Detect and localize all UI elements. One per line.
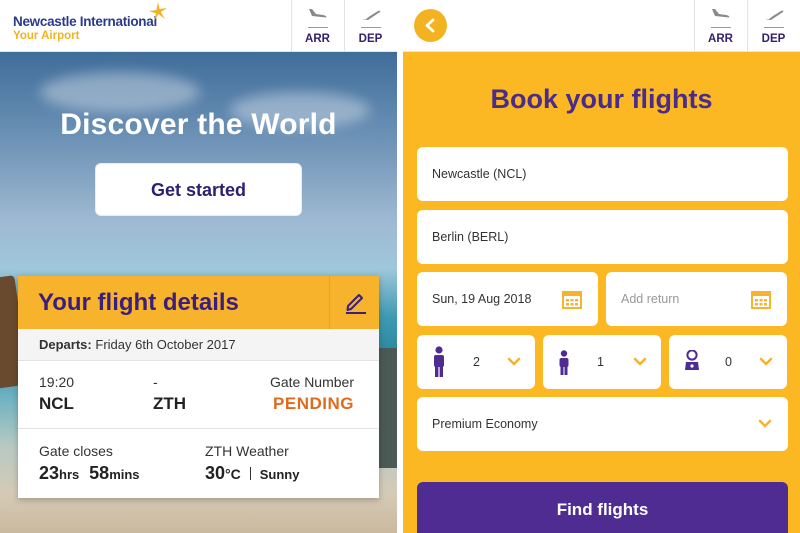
chevron-down-icon [633,357,647,366]
booking-title: Book your flights [490,84,713,114]
origin-code: NCL [39,394,74,413]
departures-plane-icon [362,10,381,20]
back-arrow-icon [425,18,435,33]
edit-button[interactable] [329,276,379,329]
return-date-placeholder: Add return [621,292,680,306]
flight-details-card: Your flight details Departs: Friday 6th … [18,276,379,498]
minutes-unit: mins [109,467,140,482]
star-logo-icon [149,2,167,21]
adults-select[interactable]: 2 [417,335,535,389]
children-count: 1 [597,355,604,369]
infant-icon [685,350,699,370]
minutes-value: 58 [89,463,110,483]
depart-date-field[interactable]: Sun, 19 Aug 2018 [417,272,598,326]
departures-plane-icon [765,10,784,20]
calendar-icon [751,291,771,309]
route-dash: - [153,374,158,390]
child-icon [559,350,569,375]
card-header: Your flight details [18,276,379,329]
departures-label: DEP [761,33,786,45]
header-bar: Newcastle International Your Airport ARR… [0,0,397,52]
arrivals-plane-icon [712,9,730,18]
departures-label: DEP [358,33,383,45]
back-button[interactable] [414,9,447,42]
gate-status: PENDING [273,394,354,413]
cabin-class-select[interactable]: Premium Economy [417,397,788,451]
edit-pencil-icon [346,294,366,314]
adult-icon [434,346,444,377]
booking-departures-button[interactable]: DEP [747,0,799,52]
children-select[interactable]: 1 [543,335,661,389]
departures-button[interactable]: DEP [344,0,396,52]
arrivals-label: ARR [305,33,330,45]
temperature-value: 30 [205,463,226,483]
calendar-icon [562,291,582,309]
arrivals-label: ARR [708,33,733,45]
weather-condition: Sunny [259,467,300,482]
departs-label: Departs: [39,337,92,352]
find-flights-button[interactable]: Find flights [417,482,788,533]
card-title: Your flight details [38,289,239,316]
arrivals-button[interactable]: ARR [291,0,343,52]
arrivals-underline [308,27,328,28]
destination-code: ZTH [153,394,187,413]
adults-count: 2 [473,355,480,369]
gate-number-label: Gate Number [269,374,354,390]
from-value: Newcastle (NCL) [432,167,527,181]
hours-unit: hrs [59,467,80,482]
chevron-down-icon [758,419,772,428]
cabin-class-value: Premium Economy [432,417,538,431]
card-divider [18,428,379,429]
departure-date-row: Departs: Friday 6th October 2017 [18,329,379,361]
return-date-field[interactable]: Add return [606,272,787,326]
weather-label: ZTH Weather [205,443,289,459]
hero-title: Discover the World [60,108,337,141]
from-field[interactable]: Newcastle (NCL) [417,147,788,201]
airport-logo[interactable]: Newcastle International Your Airport [13,14,157,42]
gate-closes-label: Gate closes [39,443,113,459]
booking-header-bar: ARR DEP [403,0,800,52]
chevron-down-icon [507,357,521,366]
booking-screen: ARR DEP Book your flights Newcastle (NCL… [403,0,800,533]
home-screen: Newcastle International Your Airport ARR… [0,0,397,533]
infants-select[interactable]: 0 [669,335,787,389]
infants-count: 0 [725,355,732,369]
departure-time: 19:20 [39,374,75,390]
logo-tagline: Your Airport [13,30,80,42]
chevron-down-icon [759,357,773,366]
weather-readout: 30°C Sunny [205,463,299,484]
departures-underline [361,27,381,28]
to-field[interactable]: Berlin (BERL) [417,210,788,264]
weather-separator [249,467,251,480]
arrivals-plane-icon [309,9,327,18]
gate-closes-countdown: 23hrs 58mins [39,463,140,484]
temperature-unit: °C [225,466,241,482]
booking-arrivals-button[interactable]: ARR [694,0,746,52]
arrivals-underline [711,27,731,28]
to-value: Berlin (BERL) [432,230,509,244]
get-started-button[interactable]: Get started [95,163,302,216]
logo-name: Newcastle International [13,14,157,29]
departures-underline [764,27,784,28]
departs-value: Friday 6th October 2017 [95,337,236,352]
hours-value: 23 [39,463,60,483]
depart-date-value: Sun, 19 Aug 2018 [432,292,532,306]
